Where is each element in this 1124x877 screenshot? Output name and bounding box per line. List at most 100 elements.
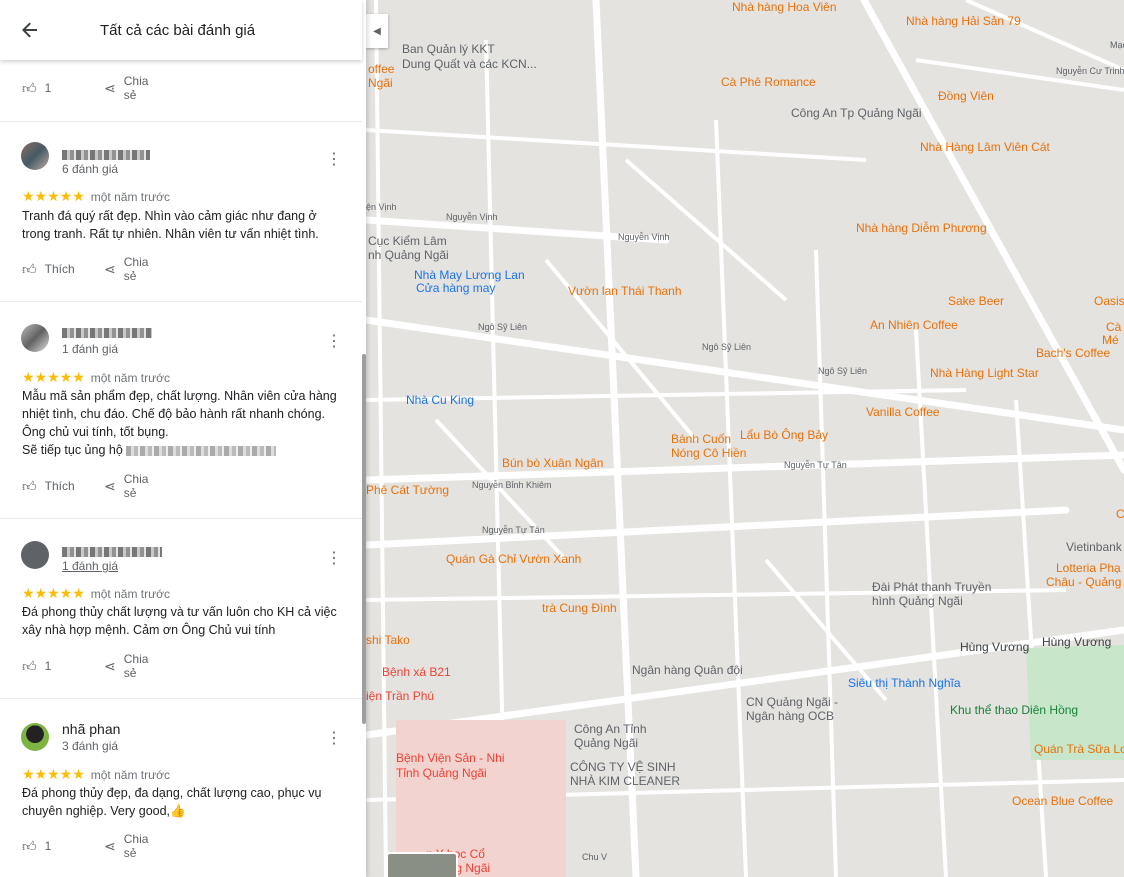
map-poi-label[interactable]: Công An Tỉnh	[574, 722, 647, 736]
map-poi-label[interactable]: Công An Tp Quảng Ngãi	[791, 106, 922, 120]
like-button[interactable]: 👍︎ Thích	[22, 478, 75, 495]
map-poi-label[interactable]: Vanilla Coffee	[866, 405, 940, 419]
map-poi-label[interactable]: Ban Quản lý KKT	[402, 42, 495, 56]
road-label: Ngô Sỹ Liên	[478, 322, 528, 332]
avatar[interactable]	[21, 723, 49, 751]
map-poi-label[interactable]: Oasis	[1094, 294, 1124, 308]
map-poi-label[interactable]: Bệnh Viện Sản - Nhi	[396, 751, 505, 765]
map-poi-label[interactable]: Dung Quất và các KCN...	[402, 57, 537, 71]
road-label: Nguyễn Cư Trinh	[1056, 66, 1124, 76]
map-poi-label[interactable]: Nhà hàng Diễm Phương	[856, 221, 987, 235]
avatar[interactable]	[21, 541, 49, 569]
map-poi-label[interactable]: Lẩu Bò Ông Bảy	[740, 428, 828, 442]
review-count[interactable]: 1 đánh giá	[62, 559, 118, 573]
road-label: Hùng Vương	[1042, 635, 1112, 649]
map-poi-label[interactable]: Tỉnh Quảng Ngãi	[396, 766, 487, 780]
rating-row: ★★★★★ một năm trước	[22, 188, 170, 205]
reviewer-name[interactable]	[62, 146, 150, 162]
map-poi-label[interactable]: Cửa hàng may	[416, 281, 495, 295]
like-button[interactable]: 👍︎ 1	[22, 80, 51, 97]
avatar[interactable]	[21, 324, 49, 352]
map-poi-label[interactable]: Lotteria Phạ	[1056, 561, 1121, 575]
map-poi-label[interactable]: Vườn lan Thái Thanh	[568, 284, 682, 298]
map-poi-label[interactable]: Nhà Hàng Light Star	[930, 366, 1039, 380]
collapse-panel-button[interactable]: ◀	[366, 14, 388, 48]
review-time: một năm trước	[90, 370, 171, 385]
map-poi-label[interactable]: Nhà Hàng Lâm Viên Cát	[920, 140, 1050, 154]
map-poi-label[interactable]: Bach's Coffee	[1036, 346, 1110, 360]
map-poi-label[interactable]: iện Trần Phú	[366, 689, 434, 703]
map-poi-label[interactable]: Đài Phát thanh Truyền	[872, 580, 991, 594]
review-count: 3 đánh giá	[62, 739, 119, 753]
map-poi-label[interactable]: CN Quảng Ngãi -	[746, 695, 838, 709]
share-button[interactable]: ⋖ Chia sẻ	[104, 832, 148, 860]
map-poi-label[interactable]: Nhà May Lương Lan	[414, 268, 525, 282]
map-poi-label[interactable]: Ocean Blue Coffee	[1012, 794, 1113, 808]
map-poi-label[interactable]: Vietinbank	[1066, 540, 1122, 554]
map-poi-label[interactable]: Quán Gà Chỉ Vườn Xanh	[446, 552, 581, 566]
reviewer-name[interactable]: nhã phan	[62, 721, 120, 737]
map-poi-label[interactable]: Mé	[1102, 333, 1119, 347]
map-poi-label[interactable]: Ngân hàng OCB	[746, 709, 834, 723]
map-poi-label[interactable]: trà Cung Đình	[542, 601, 617, 615]
map-poi-label[interactable]: Cục Kiểm Lâm	[368, 234, 447, 248]
satellite-layer-thumbnail[interactable]	[386, 852, 458, 877]
reviewer-name[interactable]	[62, 324, 152, 340]
like-button[interactable]: 👍︎ 1	[22, 658, 51, 675]
road-label: Nguyễn Bỉnh Khiêm	[472, 480, 552, 490]
map-poi-label[interactable]: nh Quảng Ngãi	[368, 248, 449, 262]
map-poi-label[interactable]: shi Tako	[366, 633, 410, 647]
map-poi-label[interactable]: CÔNG TY VỆ SINH	[570, 760, 676, 774]
thumbs-up-icon: 👍︎	[22, 837, 37, 854]
more-vert-icon[interactable]: ⋮	[326, 731, 342, 747]
map-poi-label[interactable]: Bánh Cuốn	[671, 432, 731, 446]
like-button[interactable]: 👍︎ Thích	[22, 261, 75, 278]
map-poi-label[interactable]: Nhà Cu King	[406, 393, 474, 407]
more-vert-icon[interactable]: ⋮	[326, 551, 342, 567]
arrow-left-icon[interactable]	[0, 0, 60, 60]
star-rating: ★★★★★	[22, 369, 85, 385]
map-poi-label[interactable]: Khu thể thao Diên Hồng	[950, 703, 1078, 717]
map-poi-label[interactable]: Đồng Viên	[938, 89, 994, 103]
like-label: Thích	[44, 479, 75, 493]
share-button[interactable]: ⋖ Chia sẻ	[104, 255, 148, 283]
map-poi-label[interactable]: Cà	[1116, 507, 1124, 521]
thumbs-up-icon: 👍︎	[22, 260, 37, 277]
map-poi-label[interactable]: Cà	[1106, 320, 1121, 334]
map-poi-label[interactable]: Phê Cát Tường	[366, 483, 449, 497]
panel-scrollbar[interactable]	[362, 354, 366, 724]
map-poi-label[interactable]: NHÀ KIM CLEANER	[570, 774, 680, 788]
share-button[interactable]: ⋖ Chia sẻ	[104, 74, 148, 102]
map-poi-label[interactable]: Sake Beer	[948, 294, 1004, 308]
map-poi-label[interactable]: Ngân hàng Quân đội	[632, 663, 743, 677]
share-label: Chia sẻ	[123, 832, 149, 860]
map-poi-label[interactable]: hình Quảng Ngãi	[872, 594, 963, 608]
like-button[interactable]: 👍︎ 1	[22, 838, 51, 855]
map-poi-label[interactable]: Nhà hàng Hải Sản 79	[906, 14, 1021, 28]
map-poi-label[interactable]: Cà Phê Romance	[721, 75, 816, 89]
thumbs-up-icon: 👍︎	[22, 657, 37, 674]
avatar[interactable]	[21, 142, 49, 170]
map-poi-label[interactable]: An Nhiên Coffee	[870, 318, 958, 332]
map-poi-label[interactable]: Ngãi	[368, 76, 393, 90]
map-poi-label[interactable]: Châu - Quảng	[1046, 575, 1121, 589]
map-view[interactable]: ◀ Nhà hàng Hải Sản 79 Ban Quản lý KKT Dung…	[366, 0, 1124, 877]
more-vert-icon[interactable]: ⋮	[326, 334, 342, 350]
map-poi-label[interactable]: Bún bò Xuân Ngân	[502, 456, 603, 470]
like-label: Thích	[44, 262, 75, 276]
map-poi-label[interactable]: Bệnh xá B21	[382, 665, 451, 679]
road-label: Nguyễn Vịnh	[446, 212, 498, 222]
more-vert-icon[interactable]: ⋮	[326, 152, 342, 168]
reviewer-name[interactable]	[62, 543, 162, 559]
review-text: Đá phong thủy chất lượng và tư vấn luôn …	[22, 605, 337, 637]
map-poi-label[interactable]: Siêu thị Thành Nghĩa	[848, 676, 961, 690]
road-label: Mạc Đĩnh Chi	[1110, 40, 1124, 50]
map-poi-label[interactable]: Quán Trà Sữa Lo	[1034, 742, 1124, 756]
map-poi-label[interactable]: Quảng Ngãi	[574, 736, 638, 750]
share-button[interactable]: ⋖ Chia sẻ	[104, 472, 148, 500]
rating-row: ★★★★★ một năm trước	[22, 585, 170, 602]
map-poi-label[interactable]: offee	[368, 62, 394, 76]
review-text-continued: Sẽ tiếp tục ủng hộ	[22, 441, 342, 459]
share-button[interactable]: ⋖ Chia sẻ	[104, 652, 148, 680]
map-poi-label[interactable]: Nóng Cô Hiền	[671, 446, 746, 460]
